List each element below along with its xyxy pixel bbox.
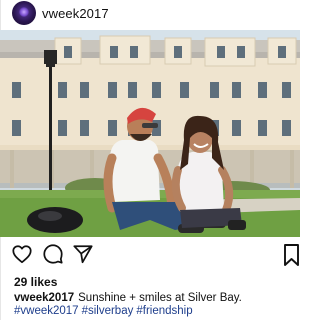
bookmark-icon[interactable]	[283, 243, 300, 267]
comment-icon[interactable]	[42, 243, 66, 267]
share-icon[interactable]	[72, 243, 96, 267]
post-caption: vweek2017 Sunshine + smiles at Silver Bay…	[14, 292, 242, 304]
profile-avatar-icon[interactable]	[12, 1, 36, 25]
hashtag-link[interactable]: #vweek2017	[14, 305, 79, 317]
hashtag-list: #vweek2017 #silverbay #friendship	[14, 305, 196, 317]
likes-count[interactable]: 29 likes	[14, 275, 57, 289]
post-username[interactable]: vweek2017	[42, 6, 109, 21]
caption-text: Sunshine + smiles at Silver Bay.	[78, 292, 242, 304]
post-photo[interactable]	[0, 30, 300, 237]
action-bar	[0, 243, 300, 269]
post-header: vweek2017	[0, 0, 300, 28]
caption-username[interactable]: vweek2017	[14, 292, 74, 304]
hashtag-link[interactable]: #silverbay	[82, 305, 134, 317]
hashtag-link[interactable]: #friendship	[136, 305, 192, 317]
heart-icon[interactable]	[11, 243, 35, 267]
